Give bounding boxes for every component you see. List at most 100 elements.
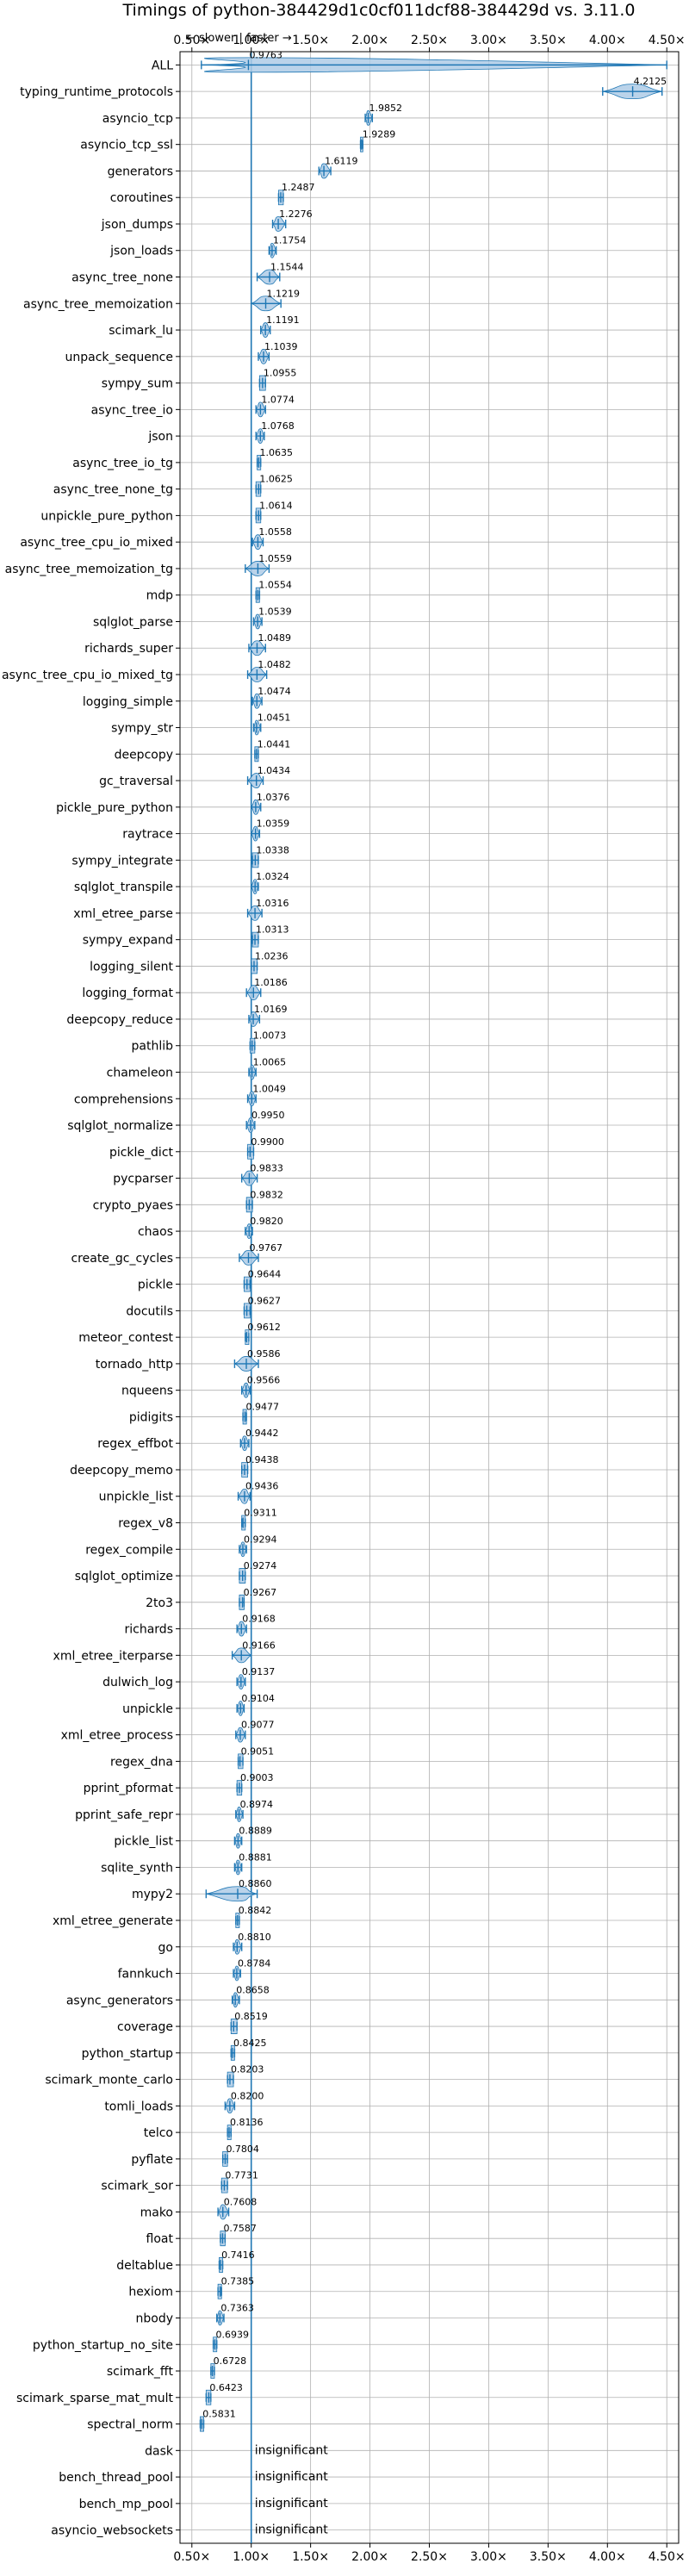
data-labels: 0.9763 4.2125 1.9852 1.9289 1.6119 1.2487 1.22… — [202, 49, 667, 2536]
data-label: 0.7804 — [226, 2144, 259, 2155]
data-label: 0.8974 — [240, 1799, 274, 1810]
data-label: 1.0441 — [258, 738, 291, 750]
category-label: deepcopy — [115, 748, 173, 762]
data-label: 0.8889 — [239, 1826, 272, 1837]
category-label: crypto_pyaes — [93, 1198, 173, 1212]
data-label: 0.9820 — [250, 1216, 283, 1227]
data-label: 1.0169 — [254, 1004, 288, 1015]
category-label: sqlglot_parse — [93, 615, 173, 629]
category-label: pickle_dict — [109, 1146, 174, 1160]
category-label: unpack_sequence — [65, 351, 173, 364]
data-label: 1.0359 — [257, 818, 290, 830]
category-label: regex_compile — [85, 1543, 173, 1557]
data-label: 0.9900 — [251, 1136, 284, 1148]
data-label: 0.5831 — [202, 2409, 236, 2420]
data-label: 0.8860 — [239, 1878, 272, 1889]
category-label: xml_etree_iterparse — [53, 1649, 173, 1663]
x-tick-label: 1.50× — [292, 2550, 329, 2564]
category-label: fannkuch — [118, 1968, 173, 1982]
data-label: 1.0236 — [255, 950, 289, 961]
data-label: 1.0434 — [258, 765, 291, 776]
data-label: 1.0768 — [261, 420, 295, 432]
data-label: 1.1191 — [266, 314, 300, 326]
data-label: 0.8842 — [239, 1905, 272, 1916]
data-label: 0.7385 — [221, 2276, 255, 2287]
data-label: 0.6728 — [214, 2355, 247, 2367]
data-label: 1.9852 — [369, 103, 403, 114]
category-label: json_loads — [109, 245, 173, 258]
y-axis: ALL typing_runtime_protocols asyncio_tcpas… — [2, 59, 180, 2538]
data-label: 0.7363 — [220, 2302, 254, 2313]
category-label: async_tree_io_tg — [72, 457, 173, 470]
data-label: 1.1754 — [273, 235, 307, 246]
category-label: pathlib — [132, 1040, 174, 1054]
data-label: 1.6119 — [325, 155, 358, 166]
category-label: scimark_sor — [101, 2180, 173, 2193]
category-label: mdp — [146, 589, 174, 603]
x-tick-label: 1.00× — [233, 34, 270, 47]
category-label: json — [147, 430, 173, 444]
data-label: 1.0489 — [258, 632, 291, 644]
category-label: hexiom — [128, 2286, 173, 2299]
x-tick-label: 4.50× — [649, 2550, 686, 2564]
data-label: 1.0338 — [256, 844, 289, 856]
data-label: 0.9311 — [244, 1508, 277, 1519]
data-label: 4.2125 — [634, 76, 667, 87]
data-label: 0.9104 — [241, 1693, 275, 1704]
data-label: 0.9833 — [250, 1163, 283, 1174]
x-tick-label: 1.50× — [292, 34, 329, 47]
data-label: 0.6939 — [216, 2329, 250, 2340]
data-label: 1.0474 — [258, 686, 291, 697]
data-label: 0.9644 — [248, 1269, 282, 1280]
category-label: sqlglot_normalize — [67, 1119, 173, 1133]
data-label: 0.7416 — [221, 2249, 255, 2261]
category-label: tornado_http — [96, 1358, 173, 1372]
data-label: 1.0774 — [261, 394, 295, 405]
data-label: 0.9438 — [245, 1454, 279, 1465]
data-label: 0.8519 — [234, 2011, 268, 2022]
data-label: 0.8425 — [233, 2038, 267, 2049]
data-label: 0.7587 — [223, 2223, 257, 2234]
category-label: python_startup_no_site — [33, 2338, 173, 2352]
x-tick-label: 3.00× — [470, 34, 507, 47]
data-label: 0.9051 — [241, 1745, 275, 1757]
category-label: generators — [108, 165, 173, 178]
category-label: gc_traversal — [99, 775, 173, 788]
category-label: async_tree_memoization — [23, 297, 173, 311]
category-label: deepcopy_memo — [70, 1464, 173, 1478]
category-label: deepcopy_reduce — [66, 1013, 173, 1027]
category-label: async_tree_none_tg — [53, 483, 173, 497]
x-tick-label: 0.50× — [173, 2550, 210, 2564]
category-label: pprint_pformat — [84, 1782, 174, 1795]
category-label: sympy_str — [111, 722, 173, 736]
insignificant-label: insignificant — [255, 2497, 329, 2511]
category-label: sympy_expand — [83, 934, 173, 948]
x-tick-label: 3.50× — [530, 2550, 567, 2564]
x-tick-label: 2.50× — [411, 2550, 448, 2564]
data-label: 0.9267 — [244, 1587, 277, 1598]
category-label: async_tree_io — [91, 403, 173, 417]
category-label: sympy_sum — [102, 377, 173, 391]
category-label: nqueens — [121, 1384, 173, 1398]
data-label: 1.0625 — [259, 474, 293, 485]
category-label: comprehensions — [74, 1092, 173, 1106]
category-label: docutils — [126, 1304, 173, 1318]
category-label: telco — [144, 2126, 173, 2140]
category-label: meteor_contest — [78, 1331, 173, 1345]
category-label: sqlglot_optimize — [75, 1570, 173, 1584]
category-label: async_tree_memoization_tg — [5, 563, 173, 576]
data-label: 1.0554 — [258, 580, 292, 591]
category-label: sqlite_synth — [101, 1861, 173, 1875]
category-label: go — [158, 1941, 173, 1955]
category-label: regex_dna — [110, 1755, 173, 1769]
data-label: 0.7731 — [225, 2170, 258, 2181]
x-tick-label: 3.00× — [470, 2550, 507, 2564]
data-label: 1.2487 — [282, 182, 315, 193]
category-label: nbody — [136, 2312, 174, 2325]
category-label: async_tree_none — [71, 271, 173, 285]
data-label: 0.7608 — [224, 2196, 258, 2207]
category-label: logging_simple — [83, 695, 173, 709]
data-label: 0.9166 — [242, 1640, 276, 1651]
category-label: mypy2 — [132, 1888, 173, 1901]
data-label: 1.0376 — [257, 792, 290, 803]
